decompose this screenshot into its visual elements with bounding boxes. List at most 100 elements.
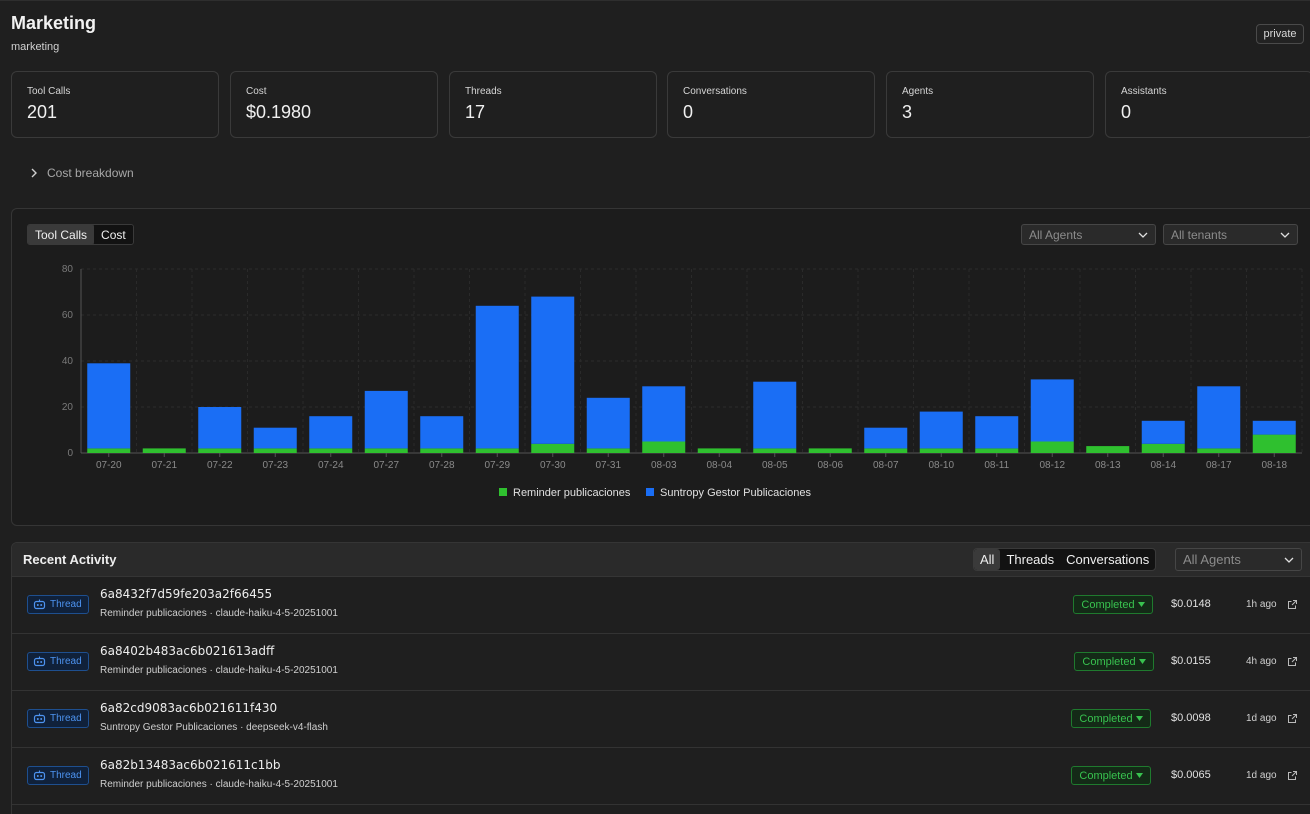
bar-reminder (697, 448, 741, 453)
stat-card-conversations: Conversations 0 (667, 71, 875, 138)
row-cost: $0.0098 (1171, 712, 1211, 724)
status-label: Completed (1082, 655, 1136, 668)
bar-reminder (1197, 448, 1241, 453)
x-tick-label: 08-17 (1206, 460, 1232, 471)
activity-title: Recent Activity (23, 552, 117, 567)
y-tick-label: 60 (62, 310, 74, 321)
stat-card-agents: Agents 3 (886, 71, 1094, 138)
bar-suntropy (420, 416, 464, 449)
filter-threads[interactable]: Threads (1000, 549, 1060, 570)
top-border (0, 0, 1310, 1)
bar-reminder (531, 443, 575, 453)
stat-value: $0.1980 (246, 102, 312, 122)
activity-row[interactable]: Thread 6a8432f7d59fe203a2f66455 Reminder… (12, 577, 1310, 634)
thread-id[interactable]: 6a82cd9083ac6b021611f430 (100, 701, 277, 715)
bar-reminder (808, 448, 852, 453)
stat-card-cost: Cost $0.1980 (230, 71, 438, 138)
stat-value: 17 (465, 102, 486, 122)
bar-suntropy (364, 390, 408, 449)
stat-card-assistants: Assistants 0 (1105, 71, 1310, 138)
external-link-icon[interactable] (1287, 599, 1298, 610)
x-tick-label: 08-04 (706, 460, 732, 471)
cost-breakdown-label: Cost breakdown (47, 166, 134, 180)
bar-reminder (975, 448, 1019, 453)
status-dropdown[interactable]: Completed (1071, 709, 1151, 728)
agent-model: Reminder publicaciones · claude-haiku-4-… (100, 608, 338, 619)
visibility-badge[interactable]: private (1256, 24, 1304, 44)
page-subtitle: marketing (11, 41, 60, 53)
bar-suntropy (1141, 420, 1185, 444)
thread-id[interactable]: 6a8432f7d59fe203a2f66455 (100, 587, 272, 601)
agent-model: Reminder publicaciones · claude-haiku-4-… (100, 779, 338, 790)
caret-down-icon (1137, 602, 1145, 607)
bar-reminder (198, 448, 242, 453)
activity-header: Recent Activity All Threads Conversation… (12, 543, 1310, 577)
bar-reminder (586, 448, 630, 453)
bar-suntropy (586, 397, 630, 449)
x-tick-label: 07-22 (207, 460, 233, 471)
type-badge: Thread (27, 766, 89, 785)
external-link-icon[interactable] (1287, 656, 1298, 667)
stat-label: Threads (465, 86, 502, 97)
external-link-icon[interactable] (1287, 770, 1298, 781)
bar-reminder (1252, 434, 1296, 453)
chart-panel: Tool Calls Cost All Agents All tenants 0… (11, 208, 1310, 526)
x-tick-label: 08-03 (651, 460, 677, 471)
x-tick-label: 08-10 (928, 460, 954, 471)
bot-icon (33, 656, 46, 667)
x-tick-label: 08-14 (1150, 460, 1176, 471)
type-badge: Thread (27, 709, 89, 728)
legend-label: Suntropy Gestor Publicaciones (660, 487, 812, 499)
bar-reminder (475, 448, 519, 453)
stat-value: 3 (902, 102, 913, 122)
thread-id[interactable]: 6a8402b483ac6b021613adff (100, 644, 274, 658)
bar-reminder (1141, 443, 1185, 453)
x-tick-label: 08-13 (1095, 460, 1121, 471)
status-label: Completed (1081, 598, 1135, 611)
stat-label: Cost (246, 86, 267, 97)
y-tick-label: 20 (62, 402, 74, 413)
row-cost: $0.0065 (1171, 769, 1211, 781)
row-cost: $0.0148 (1171, 598, 1211, 610)
activity-row[interactable]: Thread 6a82cd9083ac6b021611f430 Suntropy… (12, 691, 1310, 748)
cost-breakdown-toggle[interactable]: Cost breakdown (27, 164, 134, 182)
activity-row[interactable]: Thread 6a8402b483ac6b021613adff Reminder… (12, 634, 1310, 691)
stat-label: Assistants (1121, 86, 1167, 97)
x-tick-label: 07-28 (429, 460, 455, 471)
bar-reminder (642, 441, 686, 453)
bar-suntropy (87, 363, 131, 449)
x-tick-label: 07-24 (318, 460, 344, 471)
x-tick-label: 07-29 (484, 460, 510, 471)
stat-label: Agents (902, 86, 934, 97)
status-dropdown[interactable]: Completed (1073, 595, 1153, 614)
y-tick-label: 40 (62, 356, 74, 367)
x-tick-label: 07-23 (262, 460, 288, 471)
external-link-icon[interactable] (1287, 713, 1298, 724)
bar-suntropy (253, 427, 297, 449)
bar-reminder (1030, 441, 1074, 453)
type-label: Thread (50, 656, 82, 667)
status-dropdown[interactable]: Completed (1074, 652, 1154, 671)
legend-label: Reminder publicaciones (513, 487, 631, 499)
x-tick-label: 08-07 (873, 460, 899, 471)
stat-card-threads: Threads 17 (449, 71, 657, 138)
x-tick-label: 08-18 (1261, 460, 1287, 471)
filter-conversations[interactable]: Conversations (1060, 549, 1155, 570)
page-title: Marketing (11, 13, 97, 33)
filter-all[interactable]: All (974, 549, 1001, 570)
thread-id[interactable]: 6a82b13483ac6b021611c1bb (100, 758, 281, 772)
activity-agent-filter-value: All Agents (1183, 552, 1241, 567)
activity-agent-filter[interactable]: All Agents (1175, 548, 1302, 571)
bar-reminder (864, 448, 908, 453)
chevron-right-icon (31, 168, 37, 178)
caret-down-icon (1135, 773, 1143, 778)
bar-suntropy (1252, 420, 1296, 435)
bar-reminder (87, 448, 131, 453)
status-dropdown[interactable]: Completed (1071, 766, 1151, 785)
bar-suntropy (975, 416, 1019, 449)
bar-reminder (253, 448, 297, 453)
bar-reminder (364, 448, 408, 453)
bar-reminder (420, 448, 464, 453)
activity-row[interactable]: Thread 6a82b13483ac6b021611c1bb Reminder… (12, 748, 1310, 805)
bar-suntropy (919, 411, 963, 449)
